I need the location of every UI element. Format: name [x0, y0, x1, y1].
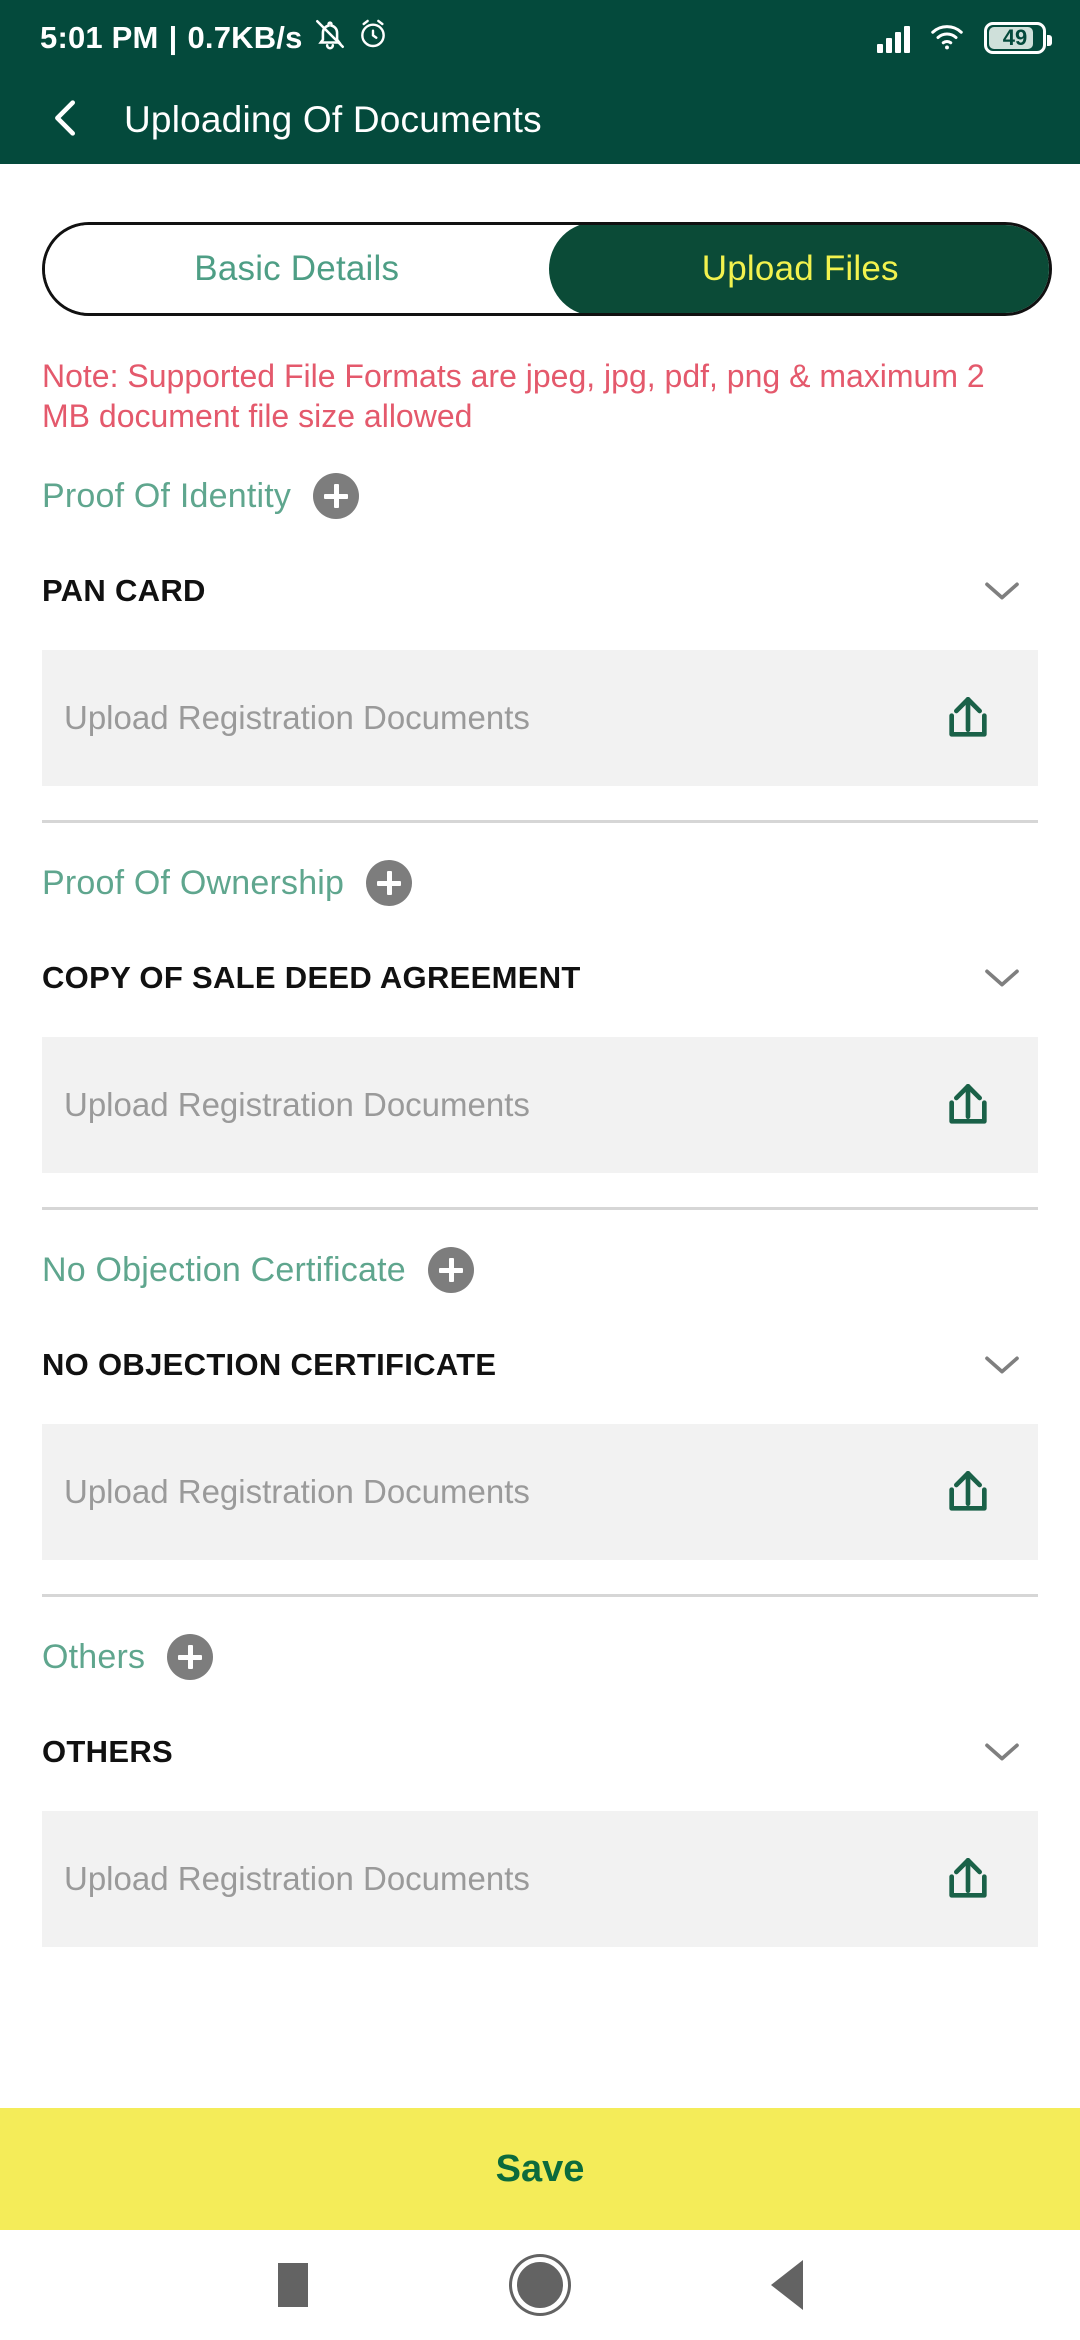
upload-placeholder: Upload Registration Documents	[64, 1086, 530, 1123]
status-separator: |	[168, 20, 178, 55]
cellular-signal-icon	[877, 23, 910, 53]
upload-field[interactable]: Upload Registration Documents	[42, 650, 1038, 786]
document-name: PAN CARD	[42, 573, 206, 608]
recents-square	[278, 2263, 309, 2307]
section-others: Others OTHERS Upload Registration Docume…	[0, 1631, 1080, 1947]
back-button[interactable]	[34, 88, 98, 152]
android-navigation-bar	[0, 2230, 1080, 2340]
document-row[interactable]: COPY OF SALE DEED AGREEMENT	[42, 953, 1038, 1003]
upload-placeholder: Upload Registration Documents	[64, 1473, 530, 1510]
upload-icon[interactable]	[932, 1456, 1004, 1528]
document-row[interactable]: PAN CARD	[42, 566, 1038, 616]
status-bar: 5:01 PM | 0.7KB/s 49	[0, 0, 1080, 76]
page-title: Uploading Of Documents	[124, 99, 542, 140]
plus-circle-icon[interactable]	[427, 1247, 474, 1293]
circle-home-icon[interactable]	[500, 2245, 580, 2325]
plus-circle-icon[interactable]	[167, 1634, 214, 1680]
upload-field[interactable]: Upload Registration Documents	[42, 1037, 1038, 1173]
status-bar-right: 49	[877, 21, 1052, 56]
status-network-speed: 0.7KB/s	[187, 20, 303, 55]
main-content: Basic Details Upload Files Note: Support…	[0, 164, 1080, 2230]
section-title: Others	[42, 1637, 146, 1676]
chevron-down-icon[interactable]	[976, 1339, 1028, 1391]
plus-circle-icon[interactable]	[366, 860, 413, 906]
upload-field[interactable]: Upload Registration Documents	[42, 1811, 1038, 1947]
upload-icon[interactable]	[932, 1069, 1004, 1141]
document-name: NO OBJECTION CERTIFICATE	[42, 1347, 497, 1382]
chevron-down-icon[interactable]	[976, 565, 1028, 617]
upload-placeholder: Upload Registration Documents	[64, 699, 530, 736]
upload-icon[interactable]	[932, 682, 1004, 754]
status-bar-left: 5:01 PM | 0.7KB/s	[40, 17, 389, 59]
document-name: OTHERS	[42, 1734, 173, 1769]
phone-screen: 5:01 PM | 0.7KB/s 49 Uploading Of Docume…	[0, 0, 1080, 2340]
back-chevron-icon	[43, 92, 89, 149]
document-row[interactable]: NO OBJECTION CERTIFICATE	[42, 1340, 1038, 1390]
section-header: Proof Of Ownership	[42, 857, 1038, 909]
status-time: 5:01 PM	[40, 20, 159, 55]
chevron-down-icon[interactable]	[976, 1726, 1028, 1778]
tab-upload-files[interactable]: Upload Files	[548, 225, 1049, 313]
section-no-objection-certificate: No Objection Certificate NO OBJECTION CE…	[0, 1244, 1080, 1560]
section-divider	[42, 1207, 1038, 1210]
square-recents-icon[interactable]	[253, 2245, 333, 2325]
alarm-clock-icon	[357, 18, 389, 58]
plus-circle-icon[interactable]	[313, 473, 360, 519]
section-title: Proof Of Ownership	[42, 863, 345, 902]
upload-field[interactable]: Upload Registration Documents	[42, 1424, 1038, 1560]
wifi-icon	[928, 21, 966, 56]
section-divider	[42, 820, 1038, 823]
triangle-back-icon[interactable]	[747, 2245, 827, 2325]
battery-percent: 49	[1002, 25, 1028, 50]
home-circle	[516, 2262, 563, 2308]
tab-basic-details[interactable]: Basic Details	[45, 225, 549, 313]
chevron-down-icon[interactable]	[976, 952, 1028, 1004]
upload-icon[interactable]	[932, 1843, 1004, 1915]
section-header: Others	[42, 1631, 1038, 1683]
bell-muted-icon	[313, 17, 347, 59]
section-header: Proof Of Identity	[42, 470, 1038, 522]
back-triangle	[770, 2260, 803, 2310]
section-title: Proof Of Identity	[42, 476, 292, 515]
section-proof-of-identity: Proof Of Identity PAN CARD Upload Regist…	[0, 470, 1080, 786]
app-bar: Uploading Of Documents	[0, 76, 1080, 164]
document-name: COPY OF SALE DEED AGREEMENT	[42, 960, 581, 995]
section-divider	[42, 1594, 1038, 1597]
section-header: No Objection Certificate	[42, 1244, 1038, 1296]
save-button[interactable]: Save	[0, 2108, 1080, 2230]
section-title: No Objection Certificate	[42, 1250, 406, 1289]
tab-bar: Basic Details Upload Files	[42, 222, 1052, 316]
document-row[interactable]: OTHERS	[42, 1727, 1038, 1777]
upload-placeholder: Upload Registration Documents	[64, 1860, 530, 1897]
supported-formats-note: Note: Supported File Formats are jpeg, j…	[42, 358, 985, 434]
battery-icon: 49	[984, 22, 1052, 54]
section-proof-of-ownership: Proof Of Ownership COPY OF SALE DEED AGR…	[0, 857, 1080, 1173]
save-button-label: Save	[495, 2147, 585, 2190]
